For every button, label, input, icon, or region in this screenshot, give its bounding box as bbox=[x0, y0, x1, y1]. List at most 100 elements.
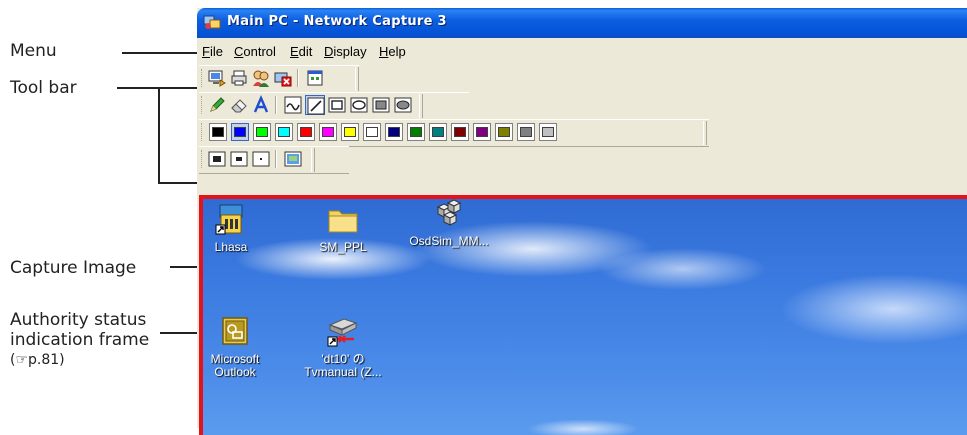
menu-control[interactable]: Control bbox=[234, 44, 276, 59]
color-swatch[interactable] bbox=[429, 123, 447, 141]
color-swatch-fill bbox=[366, 127, 378, 137]
menu-display[interactable]: Display bbox=[324, 44, 367, 59]
toolbar-row-main bbox=[199, 65, 359, 93]
folder-icon bbox=[326, 203, 360, 237]
disconnect-icon[interactable] bbox=[273, 68, 293, 88]
color-swatch[interactable] bbox=[319, 123, 337, 141]
toolbar-separator bbox=[275, 150, 277, 168]
color-swatch[interactable] bbox=[407, 123, 425, 141]
line-medium-icon[interactable] bbox=[229, 149, 249, 169]
lhasa-icon bbox=[214, 203, 248, 237]
package-icon bbox=[432, 197, 466, 231]
color-swatch-fill bbox=[322, 127, 334, 137]
toolbar-grip bbox=[201, 69, 205, 87]
color-swatch-fill bbox=[234, 127, 246, 137]
color-swatch-fill bbox=[542, 127, 554, 137]
toolbar-end bbox=[419, 94, 423, 118]
callout-toolbar: Tool bar bbox=[10, 78, 77, 98]
line-thick-icon[interactable] bbox=[207, 149, 227, 169]
app-window: Main PC - Network Capture 3 File Control… bbox=[197, 8, 967, 435]
desktop-icon-label: SM_PPL bbox=[319, 240, 367, 254]
pen-icon[interactable] bbox=[207, 95, 227, 115]
color-swatch[interactable] bbox=[517, 123, 535, 141]
color-swatch[interactable] bbox=[341, 123, 359, 141]
text-icon[interactable] bbox=[251, 95, 271, 115]
desktop-icon-sm-ppl[interactable]: SM_PPL bbox=[295, 203, 391, 254]
title-bar[interactable]: Main PC - Network Capture 3 bbox=[197, 8, 967, 38]
color-swatch-fill bbox=[278, 127, 290, 137]
desktop-icon-label: OsdSim_MM... bbox=[409, 234, 489, 248]
line-thin-icon[interactable] bbox=[251, 149, 271, 169]
line-icon[interactable] bbox=[305, 95, 325, 115]
color-swatch-fill bbox=[520, 127, 532, 137]
toolbar-row-draw bbox=[199, 92, 469, 120]
color-swatch[interactable] bbox=[275, 123, 293, 141]
window-title: Main PC - Network Capture 3 bbox=[227, 14, 447, 29]
capture-icon[interactable] bbox=[207, 68, 227, 88]
ellipse-icon[interactable] bbox=[349, 95, 369, 115]
callout-menu: Menu bbox=[10, 41, 57, 61]
callout-authority-frame: Authority status indication frame (☞p.81… bbox=[10, 310, 149, 370]
callout-toolbar-line-v bbox=[158, 87, 160, 183]
menu-edit[interactable]: Edit bbox=[290, 44, 312, 59]
network-drive-icon bbox=[326, 315, 360, 349]
callout-toolbar-line-top bbox=[158, 87, 200, 89]
app-icon bbox=[203, 14, 221, 30]
color-swatch[interactable] bbox=[253, 123, 271, 141]
desktop-icon-lhasa[interactable]: Lhasa bbox=[183, 203, 279, 254]
menu-bar: File Control Edit Display Help bbox=[197, 41, 967, 63]
callout-menu-line bbox=[122, 52, 198, 54]
filled-rectangle-icon[interactable] bbox=[371, 95, 391, 115]
filled-ellipse-icon[interactable] bbox=[393, 95, 413, 115]
print-icon[interactable] bbox=[229, 68, 249, 88]
color-swatch-fill bbox=[410, 127, 422, 137]
color-swatch-fill bbox=[476, 127, 488, 137]
eraser-icon[interactable] bbox=[229, 95, 249, 115]
toolbar-grip bbox=[201, 123, 205, 141]
toolbar-end bbox=[703, 121, 707, 145]
users-icon[interactable] bbox=[251, 68, 271, 88]
desktop-icon-label: Tvmanual (Z... bbox=[304, 365, 382, 379]
desktop-icon-outlook[interactable]: Microsoft Outlook bbox=[187, 315, 283, 379]
color-swatch-fill bbox=[256, 127, 268, 137]
desktop-icon-dt10[interactable]: 'dt10' の Tvmanual (Z... bbox=[295, 315, 391, 379]
toolbar-end bbox=[311, 148, 315, 172]
color-swatch[interactable] bbox=[297, 123, 315, 141]
toolbar-row-linewidth bbox=[199, 146, 349, 174]
toolbar-grip bbox=[201, 96, 205, 114]
color-swatch-fill bbox=[388, 127, 400, 137]
callout-toolbar-line-bottom bbox=[158, 182, 200, 184]
desktop-icon-label: Lhasa bbox=[214, 240, 248, 254]
toolbar-grip bbox=[201, 150, 205, 168]
color-swatch-fill bbox=[454, 127, 466, 137]
rectangle-icon[interactable] bbox=[327, 95, 347, 115]
outlook-icon bbox=[218, 315, 252, 349]
color-swatch[interactable] bbox=[363, 123, 381, 141]
color-swatch[interactable] bbox=[495, 123, 513, 141]
desktop-icon-label: Outlook bbox=[214, 365, 256, 379]
color-swatch[interactable] bbox=[451, 123, 469, 141]
color-swatch-fill bbox=[432, 127, 444, 137]
desktop-icon-osdsim[interactable]: OsdSim_MM... bbox=[401, 197, 497, 248]
freehand-icon[interactable] bbox=[283, 95, 303, 115]
callout-authority-line1: Authority status bbox=[10, 310, 147, 330]
menu-help[interactable]: Help bbox=[379, 44, 406, 59]
screen-icon[interactable] bbox=[283, 149, 303, 169]
color-swatch[interactable] bbox=[209, 123, 227, 141]
color-swatch[interactable] bbox=[539, 123, 557, 141]
toolbar-separator bbox=[275, 96, 277, 114]
window-icon[interactable] bbox=[305, 68, 325, 88]
color-swatch[interactable] bbox=[385, 123, 403, 141]
toolbar-end bbox=[355, 67, 359, 91]
color-swatch-fill bbox=[344, 127, 356, 137]
toolbar-row-palette bbox=[199, 119, 709, 147]
color-swatch-fill bbox=[212, 127, 224, 137]
color-swatch[interactable] bbox=[473, 123, 491, 141]
menu-file[interactable]: File bbox=[202, 44, 223, 59]
capture-image[interactable]: Lhasa SM_PPL OsdSim_MM... Microsoft Outl… bbox=[199, 195, 967, 435]
callout-authority-line2: indication frame bbox=[10, 330, 150, 350]
callout-authority-line3: (☞p.81) bbox=[10, 352, 65, 368]
callout-capture-image: Capture Image bbox=[10, 258, 137, 278]
color-swatch[interactable] bbox=[231, 123, 249, 141]
color-swatch-fill bbox=[300, 127, 312, 137]
